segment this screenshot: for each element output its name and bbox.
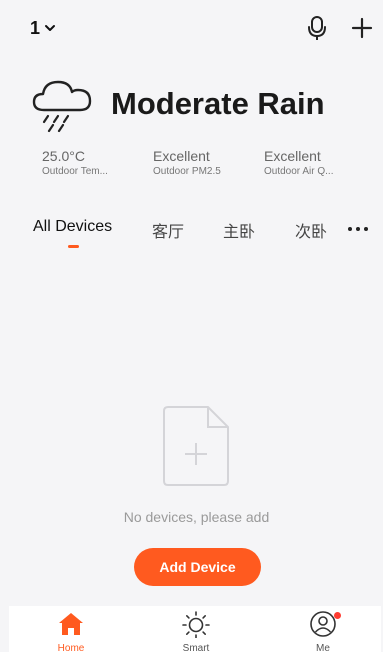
chevron-down-icon	[45, 25, 56, 31]
sun-icon	[182, 611, 210, 638]
nav-label: Smart	[182, 643, 210, 652]
weather-stats: 25.0°C Outdoor Tem... Excellent Outdoor …	[0, 148, 383, 188]
nav-me[interactable]: Me	[283, 606, 363, 652]
room-tabs: All Devices 客厅 主卧 次卧	[0, 212, 383, 252]
stat-label: Outdoor Air Q...	[264, 166, 334, 177]
tab-second-bedroom[interactable]: 次卧	[295, 218, 327, 242]
rain-cloud-icon	[32, 80, 92, 133]
bottom-nav: Home Smart Me	[9, 606, 381, 652]
home-name: 1	[30, 17, 41, 38]
stat-value: 25.0°C	[42, 148, 85, 164]
tab-living-room[interactable]: 客厅	[152, 218, 184, 242]
stat-air-quality[interactable]: Excellent Outdoor Air Q...	[264, 148, 364, 177]
weather-condition: Moderate Rain	[111, 86, 325, 121]
nav-smart[interactable]: Smart	[156, 606, 236, 652]
nav-label: Me	[316, 643, 330, 652]
stat-pm25[interactable]: Excellent Outdoor PM2.5	[153, 148, 253, 177]
stat-label: Outdoor Tem...	[42, 166, 108, 177]
stat-value: Excellent	[153, 148, 210, 164]
add-icon[interactable]	[350, 16, 374, 40]
notification-badge	[334, 612, 341, 619]
top-bar: 1	[0, 0, 383, 56]
empty-state-message: No devices, please add	[123, 509, 270, 525]
tab-master-bedroom[interactable]: 主卧	[223, 218, 255, 242]
more-icon[interactable]	[347, 224, 369, 234]
microphone-icon[interactable]	[306, 15, 328, 41]
app-screen: 1 Moderate Rain 25.0°C Outdoor Tem... Ex…	[0, 0, 383, 652]
active-tab-indicator	[68, 245, 79, 248]
add-device-button[interactable]: Add Device	[134, 548, 261, 586]
profile-icon	[310, 611, 336, 637]
home-selector[interactable]: 1	[30, 16, 56, 40]
stat-label: Outdoor PM2.5	[153, 166, 221, 177]
stat-temperature[interactable]: 25.0°C Outdoor Tem...	[42, 148, 142, 177]
home-icon	[59, 613, 83, 635]
nav-label: Home	[57, 643, 85, 652]
stat-value: Excellent	[264, 148, 321, 164]
nav-home[interactable]: Home	[31, 606, 111, 652]
tab-all-devices[interactable]: All Devices	[33, 218, 112, 236]
empty-document-icon	[163, 406, 229, 486]
